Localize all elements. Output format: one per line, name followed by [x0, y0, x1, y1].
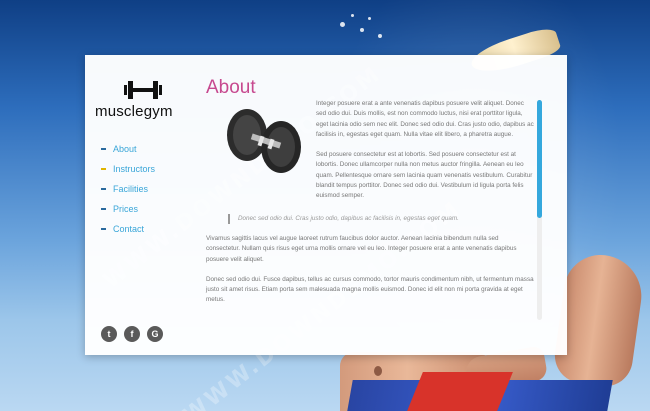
dumbbell-logo-icon [123, 79, 163, 101]
article-body: Integer posuere erat a ante venenatis da… [206, 99, 534, 349]
social-links: t f G [101, 326, 163, 342]
nav-item-label: Instructors [113, 164, 156, 174]
nav-bullet-icon [101, 208, 106, 210]
google-plus-icon[interactable]: G [147, 326, 163, 342]
background-water-splash [351, 14, 354, 17]
nav-bullet-icon [101, 168, 106, 170]
nav-item-label: Prices [113, 204, 139, 214]
content-card: musclegym About Instructors Facilities P… [85, 55, 567, 355]
article-paragraph: Vivamus sagittis lacus vel augue laoreet… [206, 234, 517, 263]
nav-bullet-icon [101, 228, 106, 230]
article-paragraph: Integer posuere erat a ante venenatis da… [316, 100, 534, 138]
background-water-splash [378, 34, 382, 38]
main-nav: About Instructors Facilities Prices Cont… [101, 139, 155, 239]
background-water-splash [368, 17, 371, 20]
background-navel [374, 366, 382, 376]
scrollbar-thumb[interactable] [537, 100, 542, 218]
nav-item-contact[interactable]: Contact [101, 219, 155, 239]
nav-item-label: About [113, 144, 137, 154]
article-paragraph: Donec sed odio dui. Fusce dapibus, tellu… [206, 275, 534, 304]
facebook-icon[interactable]: f [124, 326, 140, 342]
background-water-splash [340, 22, 345, 27]
nav-item-facilities[interactable]: Facilities [101, 179, 155, 199]
nav-item-prices[interactable]: Prices [101, 199, 155, 219]
scrollbar-track[interactable] [537, 100, 542, 320]
nav-item-label: Facilities [113, 184, 149, 194]
twitter-icon[interactable]: t [101, 326, 117, 342]
background-shorts-stripe [407, 372, 513, 411]
logo[interactable]: musclegym [95, 79, 175, 120]
page-title: About [206, 77, 256, 98]
nav-bullet-icon [101, 148, 106, 150]
brand-name: musclegym [95, 103, 173, 120]
article-paragraph: Sed posuere consectetur est at lobortis.… [316, 151, 533, 200]
nav-item-instructors[interactable]: Instructors [101, 159, 155, 179]
blockquote: Donec sed odio dui. Cras justo odio, dap… [228, 213, 534, 224]
nav-item-label: Contact [113, 224, 145, 234]
nav-item-about[interactable]: About [101, 139, 155, 159]
nav-bullet-icon [101, 188, 106, 190]
background-water-splash [360, 28, 364, 32]
